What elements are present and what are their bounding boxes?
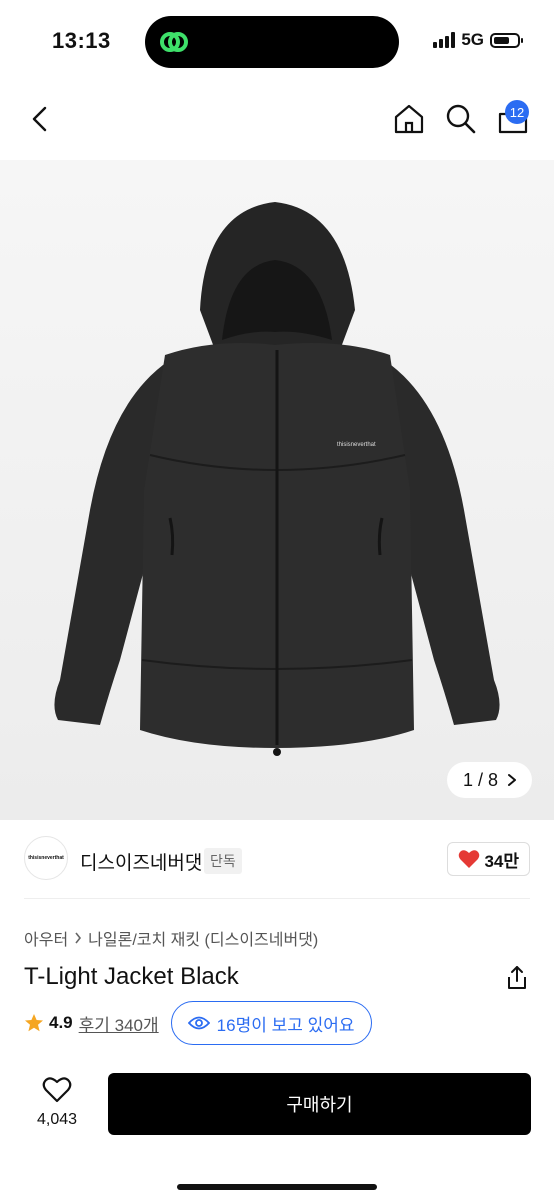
network-label: 5G [461,30,484,49]
viewers-badge: 16명이 보고 있어요 [170,1001,372,1045]
brand-logo[interactable]: thisisneverthat [24,836,68,880]
dynamic-island [145,16,399,68]
status-bar: 13:13 5G [0,0,554,80]
heart-filled-icon [459,850,480,868]
eye-icon [187,1016,210,1030]
reviews-link[interactable]: 후기 340개 [79,1011,159,1036]
divider [24,898,530,899]
image-counter-label: 1 / 8 [462,769,498,790]
chest-logo-text: thisisneverthat [337,442,376,448]
heart-outline-icon [42,1077,72,1103]
viewers-text: 16명이 보고 있어요 [216,1015,355,1035]
rating-row: 4.9 후기 340개 16명이 보고 있어요 [24,1000,372,1046]
top-nav [0,96,554,146]
buy-button[interactable]: 구매하기 [108,1073,531,1135]
status-indicators: 5G [433,30,523,50]
chevron-left-icon[interactable] [24,102,58,136]
breadcrumb-item-subcategory[interactable]: 나일론/코치 재킷 (디스이즈네버댓) [88,926,318,950]
signal-icon [433,32,456,48]
brand-row: thisisneverthat 디스이즈네버댓 단독 34만 [0,836,554,884]
share-icon[interactable] [504,964,530,992]
rating-value: 4.9 [49,1013,73,1032]
breadcrumb: 아우터 나일론/코치 재킷 (디스이즈네버댓) [24,926,318,950]
chevron-right-icon [75,932,82,944]
brand-like-count: 34만 [484,851,519,871]
image-counter[interactable]: 1 / 8 [446,762,532,798]
home-indicator[interactable] [177,1184,377,1190]
jacket-image: thisisneverthat [54,202,500,756]
exclusive-badge: 단독 [204,848,242,874]
breadcrumb-item-category[interactable]: 아우터 [24,926,68,950]
star-icon [25,1014,43,1032]
brand-like-button[interactable]: 34만 [447,842,530,876]
brand-name[interactable]: 디스이즈네버댓 [80,848,202,875]
wishlist-count: 4,043 [36,1111,78,1128]
status-time: 13:13 [52,28,111,53]
product-image-carousel[interactable]: thisisneverthat 1 / 8 [0,160,554,820]
home-icon[interactable] [392,102,426,136]
cart-badge: 12 [505,100,529,124]
battery-icon [490,32,523,48]
wishlist-button[interactable]: 4,043 [26,1076,88,1129]
search-icon[interactable] [444,102,478,136]
app-link-icon [160,32,188,52]
chevron-right-icon [508,774,516,786]
product-title: T-Light Jacket Black [24,963,239,990]
